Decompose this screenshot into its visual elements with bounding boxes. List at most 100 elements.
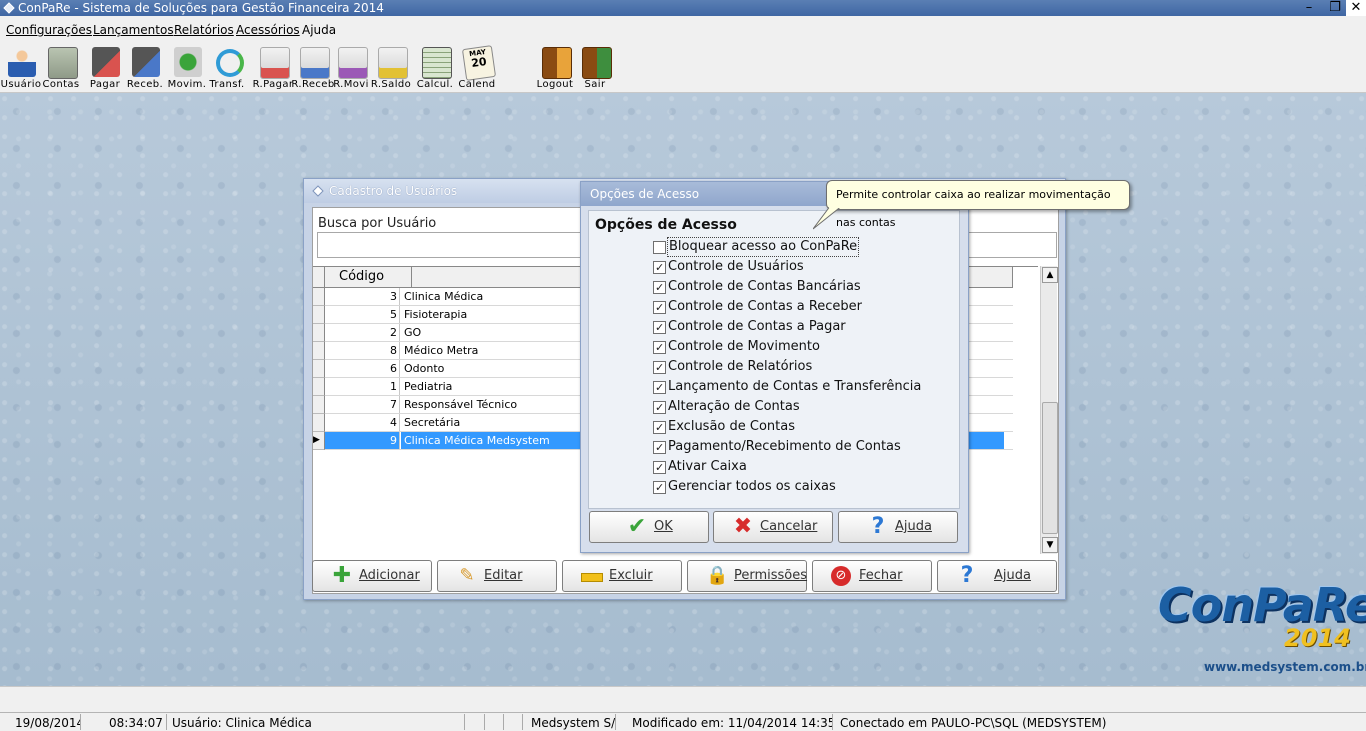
- row-indicator: [313, 288, 325, 306]
- tooltip: Permite controlar caixa ao realizar movi…: [813, 180, 1130, 230]
- pencil-icon: ✎: [459, 565, 475, 586]
- option-label: Controle de Relatórios: [668, 359, 813, 374]
- toolbar-contas-button[interactable]: Contas: [40, 43, 82, 91]
- user-icon: [8, 47, 36, 77]
- checkbox-checked[interactable]: [653, 319, 666, 337]
- checkbox-checked[interactable]: [653, 379, 666, 397]
- opcoes-group-title: Opções de Acesso: [595, 217, 737, 233]
- option-label: Exclusão de Contas: [668, 419, 795, 434]
- menu-acessorios[interactable]: Acessórios: [236, 23, 300, 37]
- plus-icon: ✚: [332, 563, 352, 588]
- ajuda-button[interactable]: ? Ajuda: [937, 560, 1057, 592]
- pay-icon: [92, 47, 120, 77]
- opcoes-ajuda-button[interactable]: ? Ajuda: [838, 511, 958, 543]
- toolbar-transf-button[interactable]: Transf.: [206, 43, 248, 91]
- excluir-button[interactable]: Excluir: [562, 560, 682, 592]
- help-icon: ?: [871, 514, 885, 539]
- report-pay-icon: [260, 47, 290, 79]
- cell-codigo: 5: [325, 306, 400, 323]
- window-icon: [312, 185, 324, 197]
- status-user: Usuário: Clinica Médica: [167, 714, 465, 730]
- movement-icon: [174, 47, 202, 77]
- menu-ajuda[interactable]: Ajuda: [302, 23, 336, 37]
- window-title: ConPaRe - Sistema de Soluções para Gestã…: [18, 1, 384, 15]
- cell-codigo: 9: [325, 432, 400, 449]
- calculator-icon: [422, 47, 452, 79]
- grid-header-codigo[interactable]: Código: [325, 267, 412, 288]
- checkbox-checked[interactable]: [653, 359, 666, 377]
- report-movement-icon: [338, 47, 368, 79]
- option-label: Controle de Contas a Pagar: [668, 319, 846, 334]
- logout-icon: [542, 47, 572, 79]
- logo-url: www.medsystem.com.br: [1204, 660, 1366, 674]
- status-spacer: [0, 686, 1366, 713]
- status-time: 08:34:07: [104, 714, 167, 730]
- report-receive-icon: [300, 47, 330, 79]
- status-modified: Modificado em: 11/04/2014 14:35:12: [627, 714, 833, 730]
- toolbar-rsaldo-button[interactable]: R.Saldo: [370, 43, 412, 91]
- row-indicator: [313, 378, 325, 396]
- fechar-button[interactable]: ⊘ Fechar: [812, 560, 932, 592]
- cell-codigo: 1: [325, 378, 400, 395]
- cadastro-title: Cadastro de Usuários: [329, 184, 458, 198]
- menu-bar: Configurações Lançamentos Relatórios Ace…: [0, 16, 1366, 40]
- checkbox-checked[interactable]: [653, 339, 666, 357]
- help-icon: ?: [960, 563, 974, 588]
- cancel-x-icon: ✖: [733, 514, 753, 539]
- checkbox-checked[interactable]: [653, 459, 666, 477]
- editar-button[interactable]: ✎ Editar: [437, 560, 557, 592]
- tooltip-text: Permite controlar caixa ao realizar movi…: [836, 188, 1111, 229]
- scroll-up-icon[interactable]: ▲: [1042, 267, 1058, 283]
- option-label: Bloquear acesso ao ConPaRe: [667, 237, 860, 257]
- option-label: Gerenciar todos os caixas: [668, 479, 836, 494]
- close-icon[interactable]: ✕: [1346, 0, 1366, 16]
- receive-icon: [132, 47, 160, 77]
- cell-codigo: 8: [325, 342, 400, 359]
- status-connection: Conectado em PAULO-PC\SQL (MEDSYSTEM): [840, 716, 1107, 730]
- option-label: Controle de Contas Bancárias: [668, 279, 861, 294]
- cell-codigo: 3: [325, 288, 400, 305]
- row-indicator: [313, 342, 325, 360]
- status-empty-2: [486, 714, 504, 730]
- cell-codigo: 6: [325, 360, 400, 377]
- checkbox-checked[interactable]: [653, 399, 666, 417]
- option-label: Pagamento/Recebimento de Contas: [668, 439, 901, 454]
- restore-icon[interactable]: ❐: [1322, 0, 1348, 16]
- row-indicator: [313, 396, 325, 414]
- grid-scrollbar[interactable]: ▲ ▼: [1040, 266, 1058, 554]
- permissoes-button[interactable]: 🔒 Permissões: [687, 560, 807, 592]
- checkbox-checked[interactable]: [653, 439, 666, 457]
- option-label: Ativar Caixa: [668, 459, 747, 474]
- toolbar-receb-button[interactable]: Receb.: [124, 43, 166, 91]
- toolbar-calcul-button[interactable]: Calcul.: [414, 43, 456, 91]
- cell-codigo: 7: [325, 396, 400, 413]
- toolbar-sair-button[interactable]: Sair: [574, 43, 616, 91]
- menu-relatorios[interactable]: Relatórios: [174, 23, 234, 37]
- checkbox-checked[interactable]: [653, 259, 666, 277]
- checkbox-unchecked[interactable]: [653, 241, 666, 254]
- cancelar-button[interactable]: ✖ Cancelar: [713, 511, 833, 543]
- logo-year: 2014: [1284, 624, 1351, 652]
- row-indicator: [313, 414, 325, 432]
- row-indicator: [313, 324, 325, 342]
- minimize-icon[interactable]: –: [1296, 0, 1322, 16]
- checkbox-checked[interactable]: [653, 479, 666, 497]
- menu-lancamentos[interactable]: Lançamentos: [93, 23, 174, 37]
- adicionar-button[interactable]: ✚ Adicionar: [312, 560, 432, 592]
- menu-configuracoes[interactable]: Configurações: [6, 23, 92, 37]
- status-company: Medsystem S/V: [526, 714, 616, 730]
- checkbox-checked[interactable]: [653, 279, 666, 297]
- row-indicator: [313, 306, 325, 324]
- toolbar-calend-button[interactable]: MAY 20 Calend: [456, 43, 498, 91]
- transfer-icon: [216, 49, 244, 77]
- lock-icon: 🔒: [706, 565, 729, 586]
- scroll-thumb[interactable]: [1042, 402, 1058, 534]
- checkbox-checked[interactable]: [653, 299, 666, 317]
- ok-button[interactable]: ✔ OK: [589, 511, 709, 543]
- exit-icon: [582, 47, 612, 79]
- scroll-down-icon[interactable]: ▼: [1042, 537, 1058, 553]
- eraser-icon: [581, 573, 603, 582]
- option-label: Alteração de Contas: [668, 399, 800, 414]
- toolbar: Usuário Contas Pagar Receb. Movim. Trans…: [0, 40, 1366, 93]
- checkbox-checked[interactable]: [653, 419, 666, 437]
